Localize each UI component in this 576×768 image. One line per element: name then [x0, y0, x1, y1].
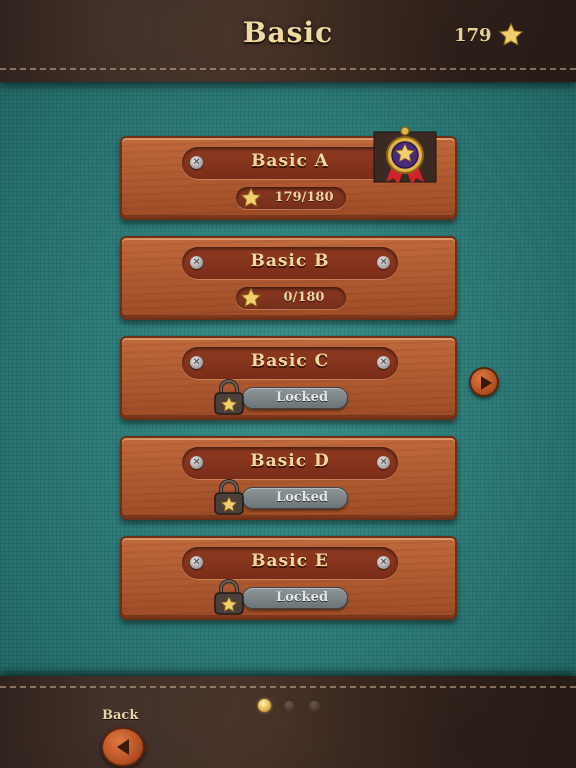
- level-name-plaque: × Basic A: [182, 147, 398, 179]
- back-button[interactable]: [101, 727, 145, 767]
- locked-badge: Locked: [242, 587, 348, 609]
- locked-badge: Locked: [242, 387, 348, 409]
- level-card-basic-c[interactable]: × × Basic C Locked: [120, 336, 457, 420]
- level-name-plaque: × × Basic D: [182, 447, 398, 479]
- level-name: Basic C: [250, 351, 330, 371]
- level-card-basic-d[interactable]: × × Basic D Locked: [120, 436, 457, 520]
- star-icon: [240, 187, 262, 208]
- level-progress-text: 0/180: [283, 290, 325, 305]
- next-page-button[interactable]: [469, 367, 499, 397]
- level-name-plaque: × × Basic E: [182, 547, 398, 579]
- star-icon: [498, 22, 523, 46]
- total-stars-count: 179: [454, 24, 492, 46]
- level-progress: 0/180: [236, 287, 346, 309]
- level-name: Basic B: [250, 251, 330, 271]
- level-name: Basic A: [251, 151, 329, 171]
- header-bar: Basic 179: [0, 0, 576, 82]
- locked-badge: Locked: [242, 487, 348, 509]
- locked-label: Locked: [275, 490, 329, 505]
- stitch-line: [0, 686, 576, 688]
- locked-label: Locked: [275, 390, 329, 405]
- page-dot-3[interactable]: [308, 699, 321, 712]
- page-indicator: [258, 699, 321, 712]
- total-stars: 179: [454, 22, 524, 48]
- level-card-basic-e[interactable]: × × Basic E Locked: [120, 536, 457, 620]
- back-label: Back: [102, 708, 139, 723]
- lock-icon: [214, 579, 244, 615]
- level-progress-text: 179/180: [274, 190, 334, 205]
- locked-label: Locked: [275, 590, 329, 605]
- level-name-plaque: × × Basic C: [182, 347, 398, 379]
- star-icon: [240, 287, 262, 308]
- back-arrow-icon: [117, 739, 129, 755]
- level-name: Basic E: [251, 551, 329, 571]
- lock-icon: [214, 379, 244, 415]
- play-arrow-icon: [481, 376, 492, 390]
- medal-icon: [373, 126, 437, 185]
- level-name: Basic D: [250, 451, 330, 471]
- page-dot-1[interactable]: [258, 699, 271, 712]
- level-name-plaque: × × Basic B: [182, 247, 398, 279]
- stitch-line: [0, 68, 576, 70]
- footer-bar: [0, 676, 576, 768]
- lock-icon: [214, 479, 244, 515]
- level-card-basic-b[interactable]: × × Basic B 0/180: [120, 236, 457, 320]
- page-dot-2[interactable]: [283, 699, 296, 712]
- level-progress: 179/180: [236, 187, 346, 209]
